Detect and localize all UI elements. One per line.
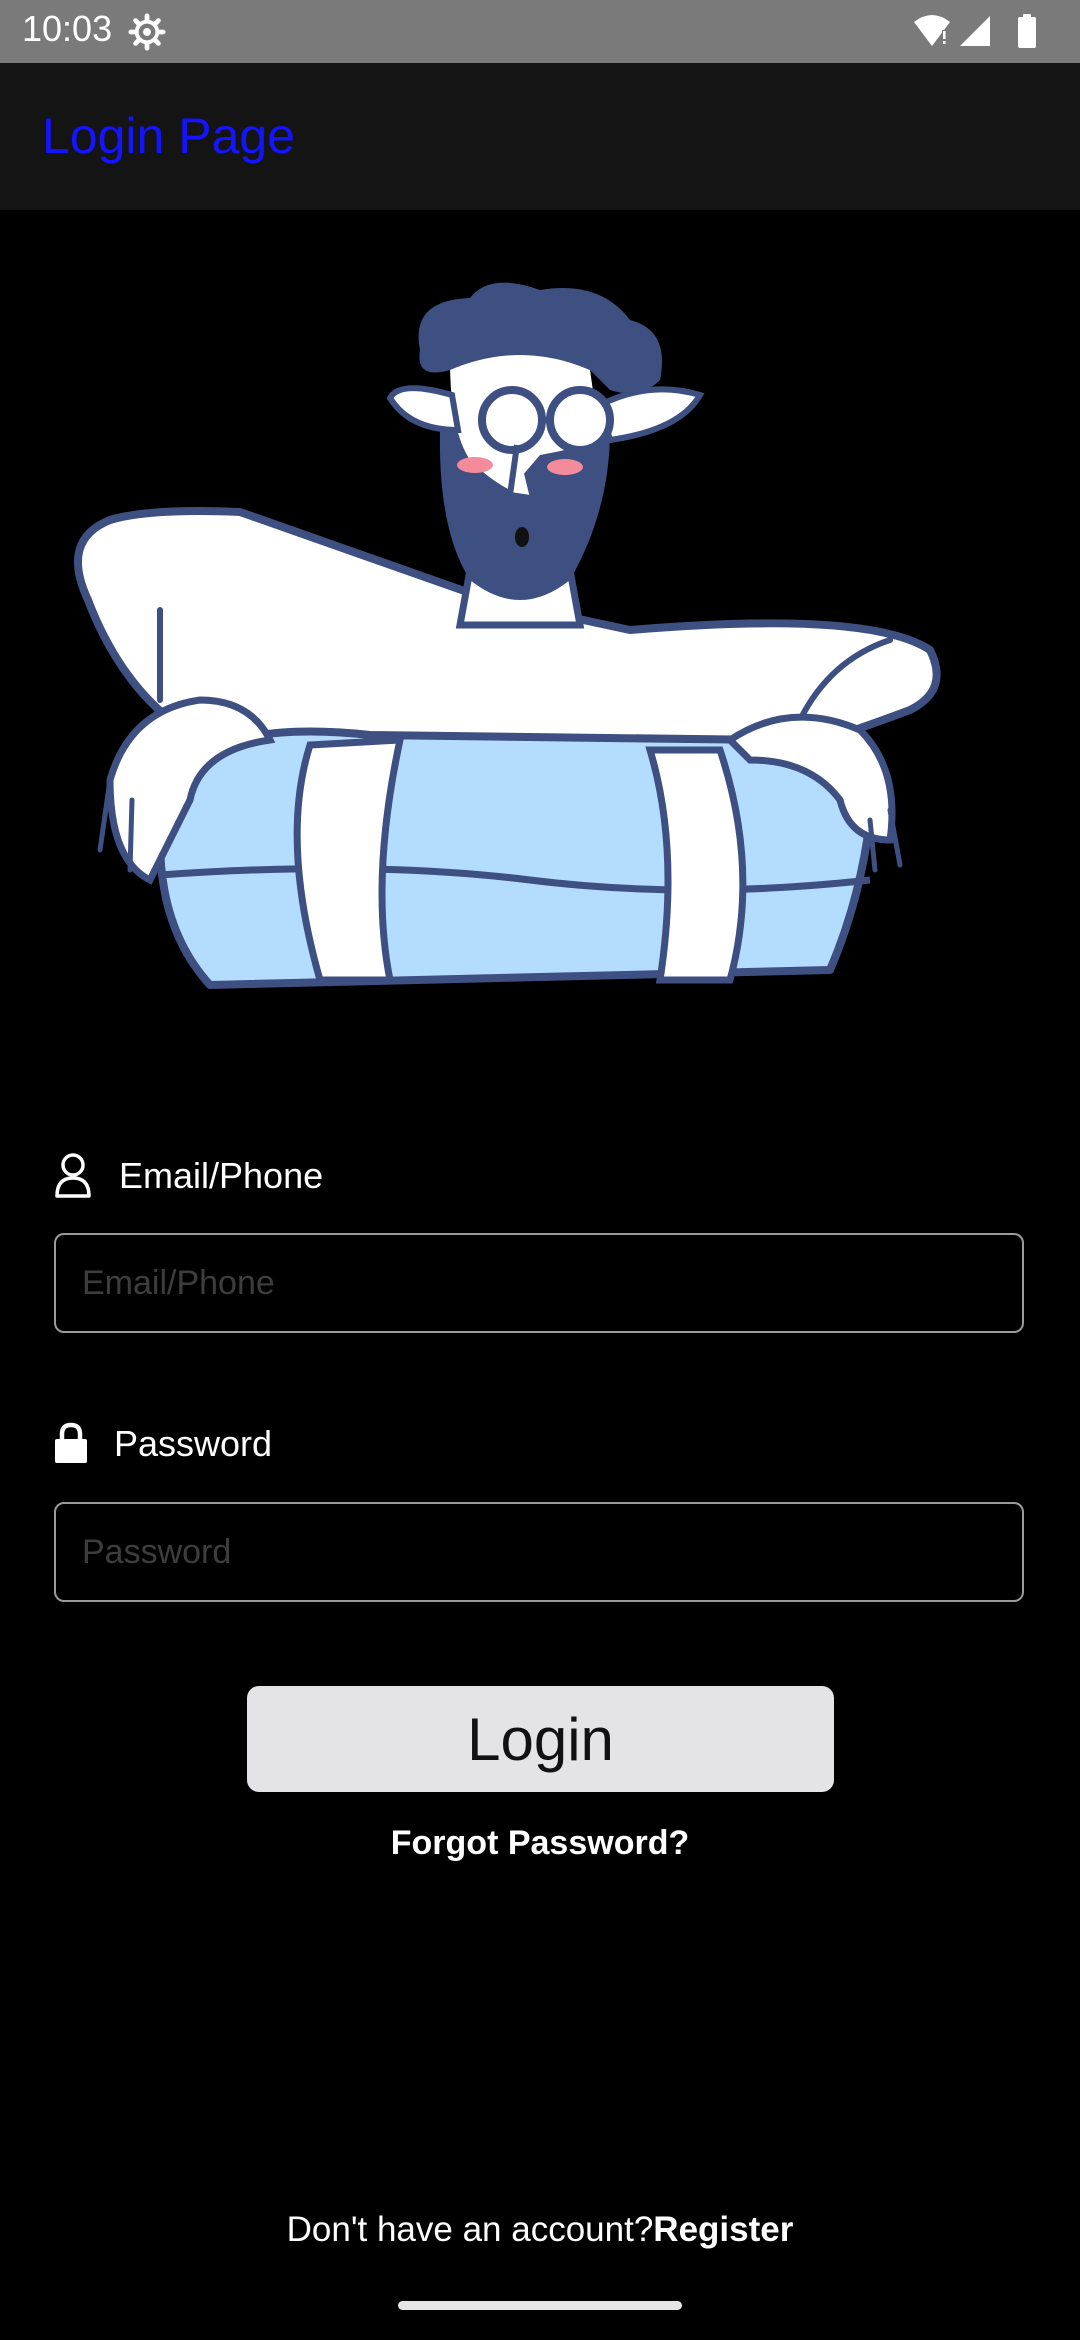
lock-icon [55,1422,87,1463]
login-screen: 10:03 Login Page Email/Phone Email/Phone… [0,0,1080,2340]
gear-icon [128,13,166,51]
register-prompt: Don't have an account?Register [0,2210,1080,2250]
password-label: Password [114,1423,273,1464]
register-link[interactable]: Register [653,2210,793,2249]
signal-icon [960,16,990,46]
battery-icon [1018,14,1036,48]
page-title: Login Page [42,108,296,164]
status-icons [914,14,1036,48]
man-on-float-illustration [73,282,941,989]
email-label: Email/Phone [119,1155,324,1196]
wifi-icon [914,15,950,46]
user-icon [55,1153,91,1198]
home-indicator[interactable] [398,2301,682,2310]
app-bar: Login Page [0,63,1080,210]
forgot-password-link[interactable]: Forgot Password? [0,1824,1080,1863]
login-button[interactable]: Login [247,1686,834,1792]
register-prompt-text: Don't have an account? [286,2210,654,2249]
email-field[interactable] [54,1233,1024,1333]
status-bar: 10:03 [0,0,1080,63]
password-field[interactable] [54,1502,1024,1602]
status-time: 10:03 [22,8,113,49]
